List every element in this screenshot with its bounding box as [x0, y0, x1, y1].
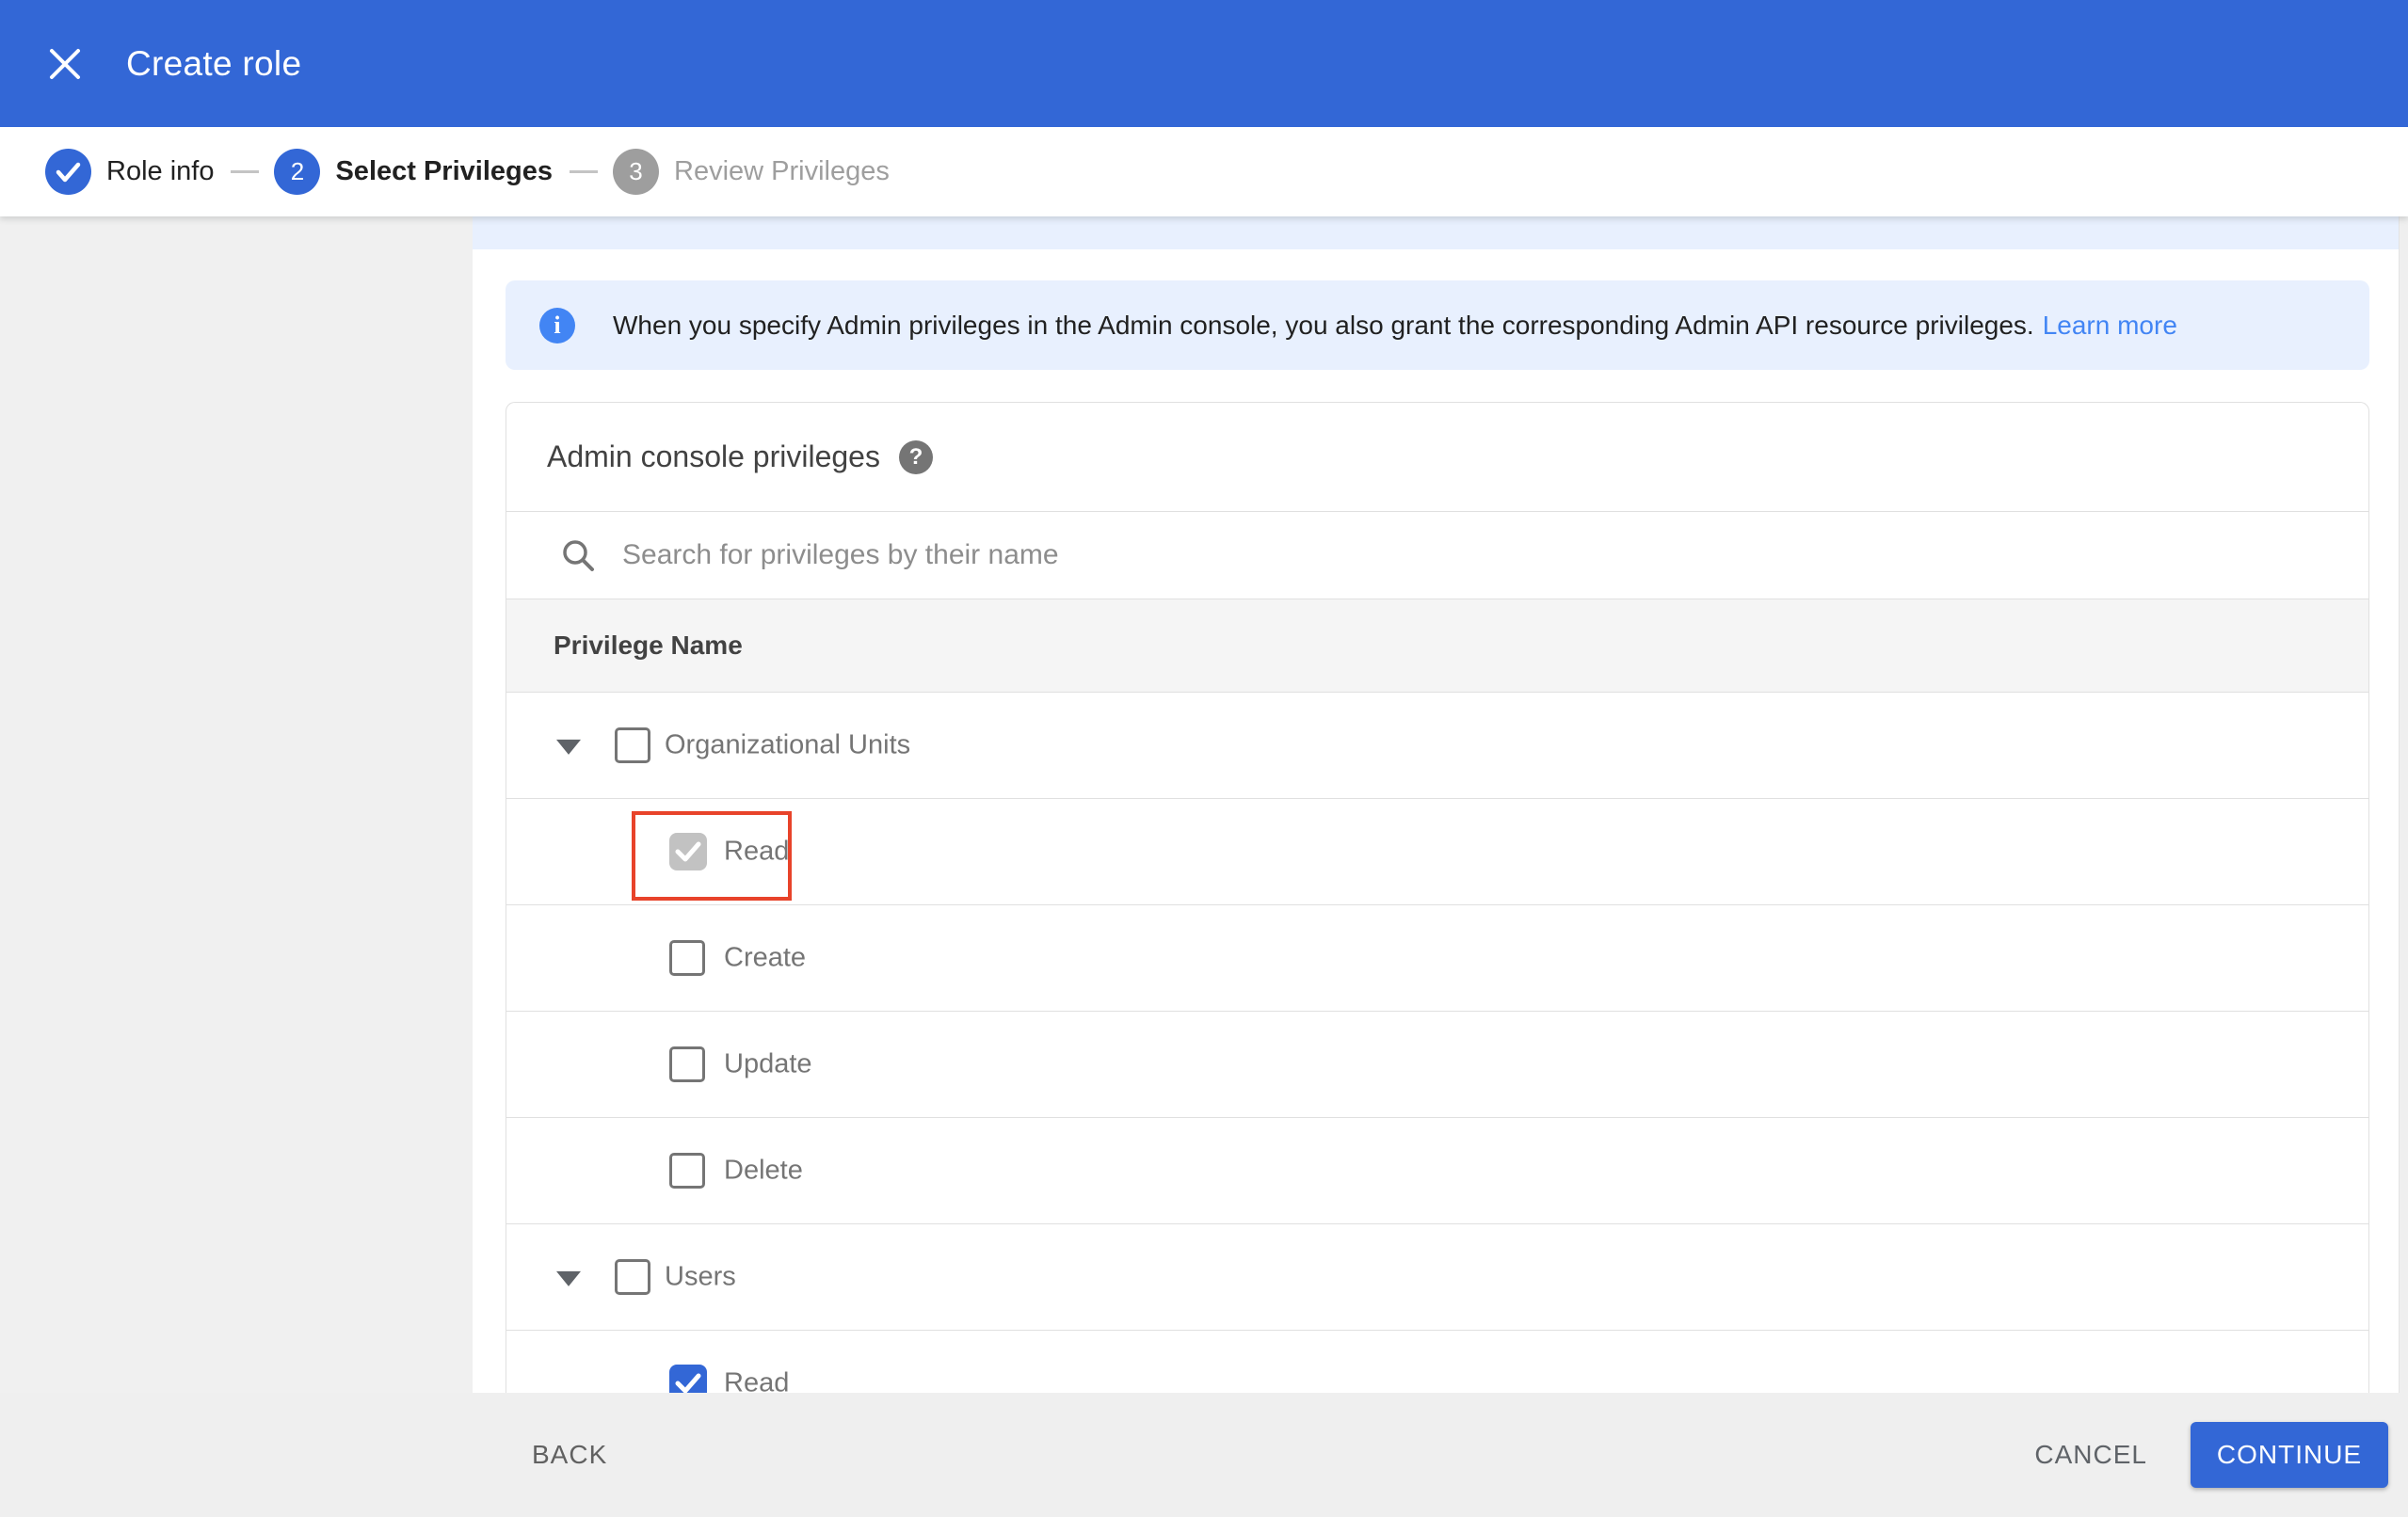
learn-more-link[interactable]: Learn more: [2043, 311, 2177, 341]
row-label: Create: [724, 942, 807, 973]
checkbox-read-checked[interactable]: [669, 833, 707, 870]
checkbox-create[interactable]: [669, 940, 705, 976]
admin-privileges-card: Admin console privileges ? Privilege Nam…: [506, 402, 2369, 1393]
checkmark-icon: [675, 841, 701, 862]
help-icon[interactable]: ?: [898, 439, 933, 474]
table-row: Read: [506, 1331, 2368, 1393]
checkbox-delete[interactable]: [669, 1153, 705, 1189]
step-label: Role info: [106, 156, 215, 186]
step-review-privileges[interactable]: 3 Review Privileges: [613, 149, 890, 195]
continue-button[interactable]: CONTINUE: [2191, 1422, 2388, 1488]
step-completed-check-icon: [45, 149, 91, 195]
checkbox-users[interactable]: [615, 1259, 650, 1295]
table-row: Read: [506, 799, 2368, 905]
step-connector: [231, 170, 260, 173]
back-button[interactable]: BACK: [532, 1440, 607, 1470]
close-icon[interactable]: [43, 42, 87, 86]
dialog-header: Create role: [0, 0, 2408, 127]
privileges-panel: i When you specify Admin privileges in t…: [473, 216, 2399, 1393]
table-column-header: Privilege Name: [506, 599, 2368, 693]
row-label: Update: [724, 1048, 812, 1079]
table-row: Delete: [506, 1118, 2368, 1224]
collapse-arrow-icon[interactable]: [556, 739, 581, 755]
row-label: Read: [724, 836, 790, 867]
cancel-button[interactable]: CANCEL: [2034, 1440, 2147, 1470]
table-row: Users: [506, 1224, 2368, 1331]
step-number-badge: 3: [613, 149, 659, 195]
row-label: Read: [724, 1367, 790, 1394]
row-label: Organizational Units: [665, 729, 911, 760]
checkbox-organizational-units[interactable]: [615, 727, 650, 763]
step-connector: [570, 170, 598, 173]
scrolled-banner-remnant: [473, 216, 2399, 249]
step-label: Select Privileges: [335, 156, 553, 186]
collapse-arrow-icon[interactable]: [556, 1270, 581, 1286]
step-label: Review Privileges: [674, 156, 890, 186]
page-title: Create role: [126, 43, 302, 83]
search-row: [506, 512, 2368, 599]
search-icon: [563, 540, 594, 571]
card-title: Admin console privileges: [547, 439, 880, 473]
info-icon: i: [539, 307, 575, 343]
stepper: Role info 2 Select Privileges 3 Review P…: [0, 127, 2408, 216]
search-input[interactable]: [622, 539, 2128, 571]
table-row: Update: [506, 1012, 2368, 1118]
step-number-badge: 2: [274, 149, 321, 195]
table-row: Organizational Units: [506, 693, 2368, 799]
step-select-privileges[interactable]: 2 Select Privileges: [274, 149, 553, 195]
card-title-row: Admin console privileges ?: [506, 403, 2368, 512]
scrollbar-track[interactable]: [2399, 216, 2408, 1393]
footer-actions: CANCEL CONTINUE: [2034, 1422, 2388, 1488]
checkbox-update[interactable]: [669, 1046, 705, 1082]
close-x-glyph: [50, 48, 80, 79]
content-area: i When you specify Admin privileges in t…: [0, 216, 2408, 1517]
step-role-info[interactable]: Role info: [45, 149, 214, 195]
info-banner: i When you specify Admin privileges in t…: [506, 280, 2369, 370]
footer-bar: BACK CANCEL CONTINUE: [0, 1393, 2408, 1517]
info-banner-text: When you specify Admin privileges in the…: [613, 310, 2034, 340]
row-label: Users: [665, 1261, 736, 1292]
checkmark-icon: [675, 1373, 701, 1393]
row-label: Delete: [724, 1155, 803, 1186]
checkbox-users-read-checked[interactable]: [669, 1365, 707, 1393]
table-row: Create: [506, 905, 2368, 1012]
